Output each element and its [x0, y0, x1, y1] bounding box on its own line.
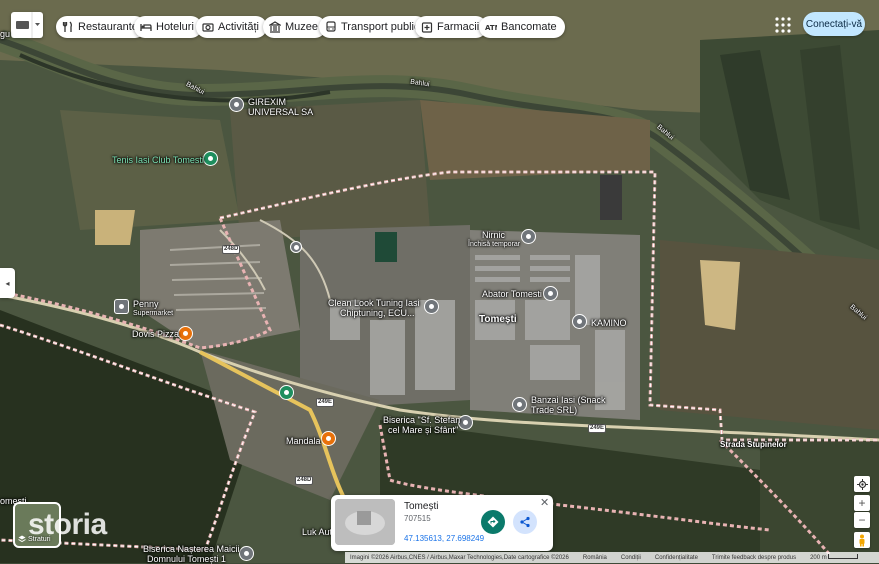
bus-icon: [326, 21, 336, 32]
country-link[interactable]: România: [583, 555, 607, 561]
poi-marker-nirnic[interactable]: [521, 229, 536, 244]
chip-hoteluri[interactable]: Hoteluri: [134, 16, 202, 38]
chip-label: Farmacii: [437, 21, 480, 33]
chip-label: Muzee: [285, 21, 319, 33]
share-button[interactable]: [513, 510, 537, 534]
poi-marker-banzai[interactable]: [512, 397, 527, 412]
fork-knife-icon: [62, 21, 72, 32]
directions-button[interactable]: [481, 510, 505, 534]
locality-label: Tomești: [479, 314, 517, 325]
poi-label: Biserica "Sf. Stefan: [383, 415, 461, 425]
chip-muzee[interactable]: Muzee: [263, 16, 327, 38]
poi-label: Clean Look Tuning Iasi: [328, 298, 420, 308]
poi-label: Tenis Iasi Club Tomesti: [112, 155, 204, 165]
poi-marker-dovis-pizza[interactable]: [178, 326, 193, 341]
svg-text:ATM: ATM: [485, 24, 497, 32]
poi-label: Banzai Iasi (Snack: [531, 395, 606, 405]
chevron-left-icon: ◂: [5, 278, 10, 288]
poi-label: Penny: [133, 299, 159, 309]
street-label: Strada Stupinelor: [720, 440, 787, 449]
plus-icon: +: [858, 496, 866, 510]
poi-label: Mandala: [286, 436, 321, 446]
poi-marker-girexim[interactable]: [229, 97, 244, 112]
camera-icon: [202, 23, 214, 32]
chip-label: Restaurante: [78, 21, 138, 33]
poi-label: KAMINO: [591, 318, 627, 328]
poi-label: UNIVERSAL SA: [248, 107, 314, 117]
poi-label: Chiptuning, ECU...: [340, 308, 415, 318]
my-location-button[interactable]: [854, 476, 870, 492]
map-label-cut: gu: [0, 29, 11, 39]
layers-map-icon: [16, 12, 40, 38]
poi-marker-pin[interactable]: [290, 241, 302, 253]
layers-icon: [18, 535, 26, 543]
poi-label: Supermarket: [133, 310, 174, 317]
chip-farmacii[interactable]: Farmacii: [415, 16, 488, 38]
poi-label: Închisă temporar: [468, 241, 521, 248]
chip-label: Bancomate: [501, 21, 557, 33]
directions-icon: [487, 516, 499, 528]
chip-transport-public[interactable]: Transport public: [319, 16, 428, 38]
road-shield: 248D: [295, 476, 314, 485]
poi-label: GIREXIM: [248, 97, 287, 107]
chip-activitati[interactable]: Activități: [196, 16, 267, 38]
poi-label: Dovis Pizza: [132, 329, 180, 339]
poi-marker-green[interactable]: [279, 385, 294, 400]
zoom-in-button[interactable]: +: [854, 495, 870, 511]
poi-marker-biserica-stefan[interactable]: [458, 415, 473, 430]
chip-bancomate[interactable]: ATM Bancomate: [479, 16, 565, 38]
share-icon: [520, 516, 530, 528]
poi-marker-abator[interactable]: [543, 286, 558, 301]
poi-label: Trade SRL): [531, 405, 578, 415]
scale-control[interactable]: 200 m: [810, 554, 859, 561]
place-postal-code: 707515: [404, 514, 431, 523]
map-type-toggle[interactable]: [11, 12, 43, 38]
scale-label: 200 m: [810, 555, 827, 561]
place-title: Tomești: [404, 501, 439, 512]
poi-marker-kamino[interactable]: [572, 314, 587, 329]
road-shield: 248D: [222, 245, 241, 254]
feedback-link[interactable]: Trimite feedback despre produs: [712, 555, 796, 561]
signin-button[interactable]: Conectați-vă: [803, 12, 865, 36]
poi-marker-biserica-nasterea[interactable]: [239, 546, 254, 561]
road-shield: 249E: [316, 398, 335, 407]
chip-label: Hoteluri: [156, 21, 194, 33]
street-view-pegman[interactable]: [854, 532, 870, 548]
collapse-panel-button[interactable]: ◂: [0, 268, 15, 298]
bed-icon: [140, 24, 152, 31]
attribution-bar: Imagini ©2026 Airbus,CNES / Airbus,Maxar…: [345, 552, 879, 563]
poi-label: Abator Tomesti: [482, 289, 542, 299]
chip-restaurante[interactable]: Restaurante: [56, 16, 146, 38]
chip-label: Transport public: [341, 21, 420, 33]
place-coordinates[interactable]: 47.135613, 27.698249: [404, 534, 484, 543]
zoom-out-button[interactable]: −: [854, 512, 870, 528]
satellite-map[interactable]: [0, 0, 879, 563]
poi-label: Nirnic: [482, 230, 506, 240]
streetview-thumbnail-image: [335, 499, 395, 545]
apps-grid-icon[interactable]: [774, 16, 792, 34]
poi-marker-clean-look[interactable]: [424, 299, 439, 314]
privacy-link[interactable]: Confidențialitate: [655, 555, 698, 561]
pharmacy-icon: [421, 22, 433, 33]
poi-label: Luk Aut: [302, 527, 333, 537]
poi-marker-mandala[interactable]: [321, 431, 336, 446]
atm-icon: ATM: [485, 24, 497, 32]
storia-watermark: storia: [28, 508, 107, 541]
museum-icon: [269, 21, 281, 33]
road-shield: 249E: [588, 424, 607, 433]
my-location-icon: [856, 478, 868, 490]
scale-bar: [828, 554, 859, 559]
poi-label: cel Mare și Sfânt": [388, 425, 459, 435]
minus-icon: −: [858, 513, 866, 527]
imagery-attribution: Imagini ©2026 Airbus,CNES / Airbus,Maxar…: [350, 554, 569, 561]
poi-marker-tenis[interactable]: [203, 151, 218, 166]
terms-link[interactable]: Condiții: [621, 555, 641, 561]
place-thumbnail[interactable]: [335, 499, 395, 545]
poi-label: Biserica Nașterea Maicii: [143, 544, 240, 554]
place-info-card[interactable]: Tomești 707515 47.135613, 27.698249 ✕: [331, 495, 553, 551]
pegman-icon: [859, 534, 865, 546]
close-icon[interactable]: ✕: [540, 496, 549, 509]
poi-marker-penny[interactable]: [114, 299, 129, 314]
chip-label: Activități: [218, 21, 259, 33]
